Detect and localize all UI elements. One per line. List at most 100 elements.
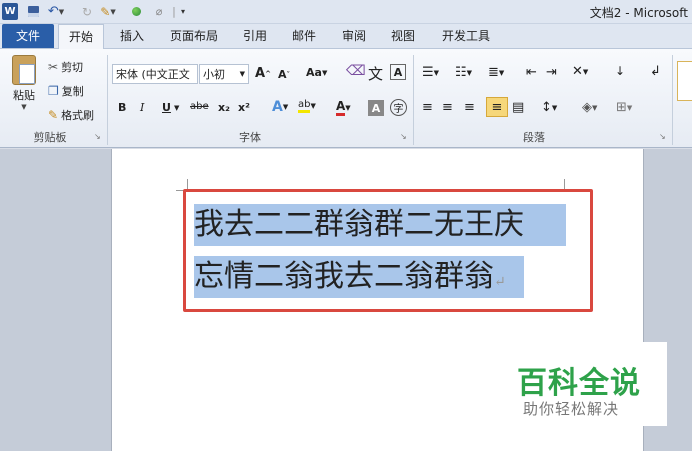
group-separator <box>413 55 414 145</box>
tab-page-layout[interactable]: 页面布局 <box>162 24 226 48</box>
word-app-icon[interactable]: W <box>2 3 18 20</box>
enclose-characters-icon: 字 <box>390 99 407 116</box>
font-group-label: 字体 <box>239 131 261 144</box>
styles-gallery[interactable] <box>677 61 692 101</box>
title-bar: W ↶ ▼ ↻ ✎ ▼ ⌀ | ▾ 文档2 - Microsoft <box>0 0 692 24</box>
font-color-button[interactable]: A ▼ <box>336 99 351 116</box>
save-icon[interactable] <box>26 3 40 20</box>
character-border-button[interactable]: A <box>390 64 406 80</box>
underline-button[interactable]: U <box>162 101 171 114</box>
color-icon[interactable] <box>130 3 142 20</box>
tab-developer[interactable]: 开发工具 <box>434 24 498 48</box>
phonetic-guide-button[interactable]: 文 <box>368 63 383 84</box>
shrink-font-label: A <box>278 68 287 81</box>
chevron-down-icon: ▼ <box>321 68 328 77</box>
highlight-button[interactable]: ab ▼ <box>298 99 316 113</box>
paste-button[interactable]: 粘贴 ▼ <box>8 55 40 113</box>
tab-file[interactable]: 文件 <box>2 24 54 48</box>
chevron-down-icon: ▼ <box>498 68 505 77</box>
tab-references[interactable]: 引用 <box>236 24 274 48</box>
chevron-down-icon: ▼ <box>582 67 589 76</box>
chevron-down-icon[interactable]: ▼ <box>174 104 179 112</box>
shrink-font-button[interactable]: Aˇ <box>278 68 290 81</box>
watermark-subtitle: 助你轻松解决 <box>523 400 620 418</box>
dialog-launcher-icon[interactable]: ↘ <box>400 132 407 141</box>
grow-font-button[interactable]: A ^ <box>255 66 271 81</box>
dialog-launcher-icon[interactable]: ↘ <box>659 132 666 141</box>
font-name-select[interactable]: 宋体 (中文正文 <box>112 64 198 84</box>
borders-button[interactable]: ⊞ ▼ <box>616 100 632 115</box>
ribbon: 粘贴 ▼ ✂ 剪切 ❐ 复制 ✎ 格式刷 剪贴板 ↘ 宋体 (中文正文 小初 ▼… <box>0 48 692 148</box>
italic-button[interactable]: I <box>140 101 144 114</box>
tab-mailings[interactable]: 邮件 <box>284 24 324 48</box>
paste-icon <box>12 55 36 85</box>
chinese-layout-button[interactable]: ✕ ▼ <box>572 64 588 79</box>
align-center-button[interactable]: ≡ <box>442 100 453 115</box>
tab-view[interactable]: 视图 <box>383 24 423 48</box>
highlight-label: ab <box>298 99 311 113</box>
show-marks-button[interactable]: ↲ <box>650 64 661 79</box>
multilevel-list-button[interactable]: ≣ ▼ <box>488 65 504 80</box>
chevron-down-icon: ▼ <box>345 103 351 112</box>
change-case-button[interactable]: Aa ▼ <box>306 66 327 79</box>
paragraph-group-label: 段落 <box>523 131 545 144</box>
chevron-down-icon[interactable]: ▼ <box>59 8 64 16</box>
font-color-label: A <box>336 99 346 116</box>
chevron-down-icon[interactable]: ▼ <box>21 103 26 111</box>
ribbon-tabs: 文件 开始 插入 页面布局 引用 邮件 审阅 视图 开发工具 <box>0 24 692 49</box>
group-separator <box>107 55 108 145</box>
character-shading-button[interactable]: A <box>368 100 384 116</box>
clear-formatting-icon[interactable]: ⌫ <box>346 63 366 79</box>
superscript-button[interactable]: x² <box>238 101 250 114</box>
chevron-down-icon: ▼ <box>626 103 633 112</box>
undo-icon[interactable]: ↶ ▼ <box>48 3 64 20</box>
strikethrough-button[interactable]: abe <box>190 101 209 112</box>
window-title: 文档2 - Microsoft <box>589 6 688 20</box>
toolbar-separator: | <box>172 5 176 18</box>
distributed-button[interactable]: ▤ <box>512 100 524 115</box>
format-brush-icon[interactable]: ✎ ▼ <box>100 3 116 20</box>
paste-label: 粘贴 <box>13 89 35 102</box>
format-painter-label: 格式刷 <box>61 109 95 122</box>
decrease-indent-button[interactable]: ⇤ <box>526 65 537 80</box>
chevron-down-icon: ▼ <box>310 102 316 110</box>
text-effects-button[interactable]: A ▼ <box>272 99 288 115</box>
shading-button[interactable]: ◈ ▼ <box>582 100 597 115</box>
line-spacing-button[interactable]: ↕ ▼ <box>541 100 557 115</box>
numbering-button[interactable]: ☷ ▼ <box>455 65 472 80</box>
chevron-down-icon: ▼ <box>466 68 473 77</box>
cut-button[interactable]: ✂ 剪切 <box>48 59 83 75</box>
font-name-value: 宋体 (中文正文 <box>116 68 190 81</box>
clipboard-group-label: 剪贴板 <box>33 131 67 144</box>
text-effects-label: A <box>272 99 283 115</box>
change-case-label: Aa <box>306 66 322 79</box>
enclose-characters-button[interactable]: 字 <box>390 99 407 116</box>
character-border-icon: A <box>390 64 406 80</box>
font-size-select[interactable]: 小初 ▼ <box>199 64 249 84</box>
redo-icon[interactable]: ↻ <box>80 3 94 20</box>
justify-button[interactable]: ≡ <box>486 97 508 117</box>
chevron-down-icon[interactable]: ▼ <box>110 8 115 16</box>
clear-format-icon[interactable]: ⌀ <box>152 3 166 20</box>
chevron-down-icon: ▼ <box>433 68 440 77</box>
tab-home[interactable]: 开始 <box>58 24 104 49</box>
chevron-down-icon: ▼ <box>551 103 558 112</box>
character-shading-icon: A <box>368 100 384 116</box>
highlight-annotation-box <box>183 189 593 312</box>
bullets-button[interactable]: ☰ ▼ <box>422 65 439 80</box>
font-size-value: 小初 <box>203 68 225 81</box>
align-left-button[interactable]: ≡ <box>422 100 433 115</box>
tab-review[interactable]: 审阅 <box>335 24 373 48</box>
align-right-button[interactable]: ≡ <box>464 100 475 115</box>
tab-insert[interactable]: 插入 <box>112 24 152 48</box>
increase-indent-button[interactable]: ⇥ <box>546 65 557 80</box>
format-painter-button[interactable]: ✎ 格式刷 <box>48 107 94 123</box>
format-painter-icon: ✎ <box>48 108 59 122</box>
customize-toolbar-icon[interactable]: ▾ <box>178 3 188 20</box>
subscript-button[interactable]: x₂ <box>218 101 230 114</box>
bold-button[interactable]: B <box>118 101 126 114</box>
sort-button[interactable]: ↓ <box>615 64 625 78</box>
dialog-launcher-icon[interactable]: ↘ <box>94 132 101 141</box>
chevron-down-icon: ▼ <box>239 70 245 78</box>
copy-button[interactable]: ❐ 复制 <box>48 83 84 99</box>
